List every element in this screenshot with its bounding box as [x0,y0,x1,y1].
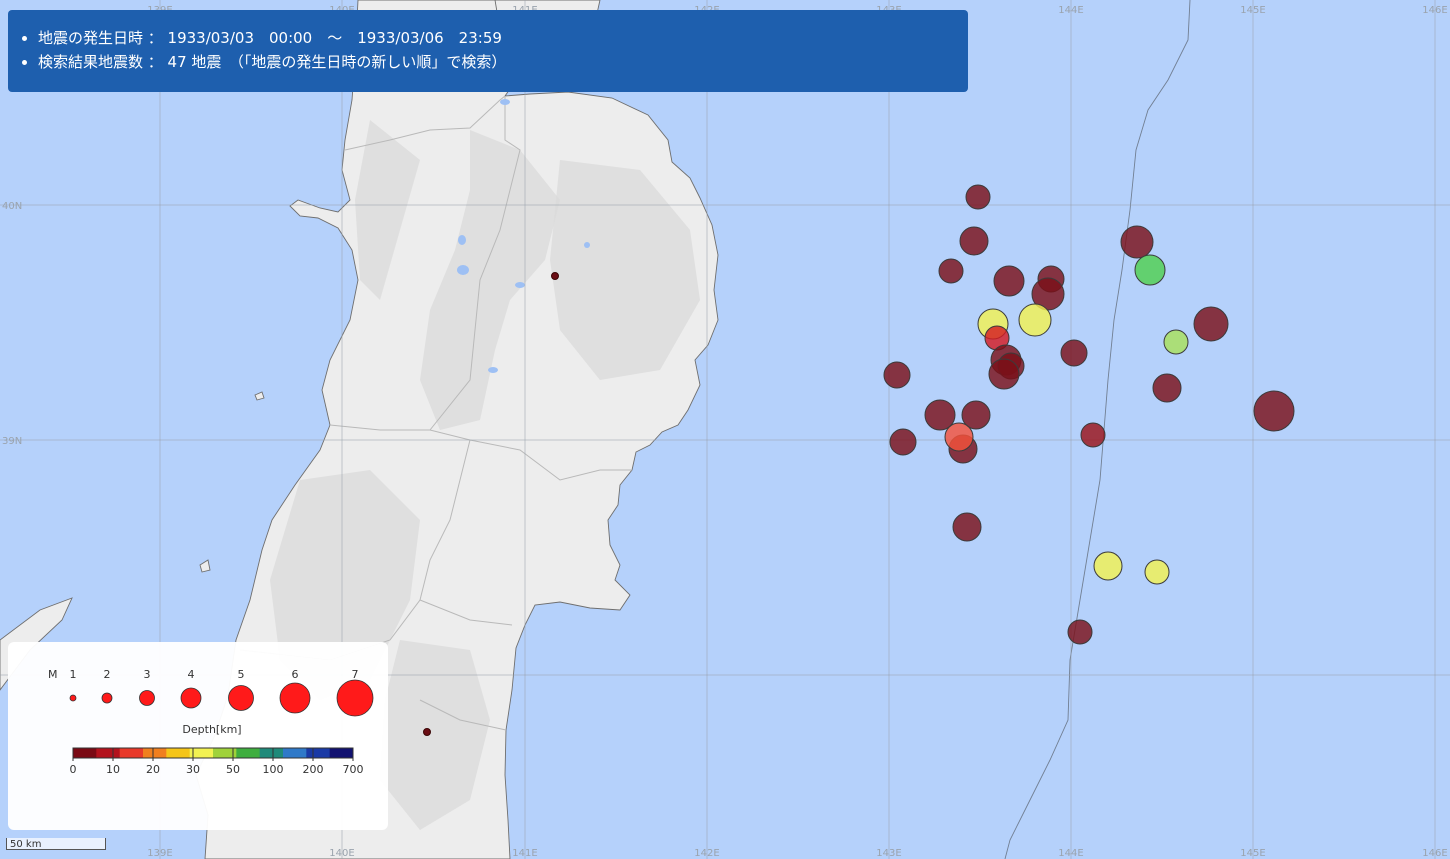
lon-label-top: 144E [1058,5,1083,16]
depth-tick-label: 10 [106,763,120,776]
epicenter[interactable] [952,512,982,542]
epicenter[interactable] [993,265,1025,297]
lat-label: 40N [2,201,22,212]
depth-tick-label: 200 [303,763,324,776]
epicenter[interactable] [944,422,974,452]
magnitude-label: 3 [144,668,151,681]
epicenter-land-north[interactable] [551,272,559,280]
lon-label-bottom: 141E [512,848,537,859]
depth-color-segment [259,748,284,758]
search-info-panel: 地震の発生日時 ： 1933/03/03 00:00 ～ 1933/03/06 … [8,10,968,92]
lon-label-top: 145E [1240,5,1265,16]
epicenter[interactable] [1152,373,1182,403]
magnitude-label: 6 [292,668,299,681]
epicenter[interactable] [959,226,989,256]
magnitude-symbol [228,685,254,711]
depth-color-segment [329,748,354,758]
magnitude-symbol [180,687,202,709]
legend-graphic: M 1 2 3 4 5 6 7 Depth[km] 0 10 20 30 50 100 200 700 [48,668,374,776]
magnitude-symbol [139,690,155,706]
scale-bar-label: 50 km [10,839,42,850]
depth-tick-label: 0 [70,763,77,776]
lat-label: 39N [2,436,22,447]
depth-color-segment [306,748,331,758]
depth-tick-label: 100 [263,763,284,776]
epicenter[interactable] [1080,422,1106,448]
depth-tick-label: 30 [186,763,200,776]
epicenter[interactable] [1253,390,1295,432]
magnitude-symbol [101,692,113,704]
lon-label-bottom: 144E [1058,848,1083,859]
epicenter[interactable] [1060,339,1088,367]
depth-color-segment [96,748,121,758]
depth-color-segment [143,748,167,758]
depth-tick-label: 50 [226,763,240,776]
lon-label-bottom: 143E [876,848,901,859]
info-list: 地震の発生日時 ： 1933/03/03 00:00 ～ 1933/03/06 … [8,10,968,74]
lon-label-bottom: 142E [694,848,719,859]
epicenter[interactable] [1163,329,1189,355]
magnitude-labels: 1 2 3 4 5 6 7 [70,668,359,681]
date-range-text: 地震の発生日時 ： 1933/03/03 00:00 ～ 1933/03/06 … [38,26,968,50]
lon-label-bottom: 139E [147,848,172,859]
magnitude-label: 2 [104,668,111,681]
depth-color-segment [283,748,307,758]
magnitude-label: 4 [188,668,195,681]
scale-bar: 50 km [6,838,106,852]
epicenter[interactable] [1093,551,1123,581]
epicenter[interactable] [938,258,964,284]
depth-color-segment [236,748,261,758]
magnitude-label: 7 [352,668,359,681]
depth-color-segment [119,748,144,758]
depth-tick-label: 700 [343,763,364,776]
depth-color-segment [73,748,97,758]
epicenter[interactable] [1120,225,1154,259]
epicenter-land-south[interactable] [423,728,431,736]
magnitude-symbol [279,682,311,714]
epicenter[interactable] [1018,303,1052,337]
magnitude-symbol [336,679,374,717]
lon-label-bottom: 145E [1240,848,1265,859]
magnitude-symbols [69,679,374,717]
epicenter[interactable] [1144,559,1170,585]
epicenter[interactable] [965,184,991,210]
epicenter[interactable] [1067,619,1093,645]
magnitude-symbol [69,694,77,702]
depth-title: Depth[km] [182,723,241,736]
magnitude-label: 1 [70,668,77,681]
depth-color-segment [166,748,191,758]
magnitude-title: M [48,668,58,681]
depth-tick-label: 20 [146,763,160,776]
lon-label-bottom: 140E [329,848,354,859]
epicenter[interactable] [889,428,917,456]
epicenter[interactable] [883,361,911,389]
depth-color-bar [72,747,354,759]
legend-panel: M 1 2 3 4 5 6 7 Depth[km] 0 10 20 30 50 100 200 700 [8,642,388,830]
epicenter[interactable] [1193,306,1229,342]
lon-label-bottom: 146E [1422,848,1447,859]
epicenter[interactable] [1134,254,1166,286]
epicenter[interactable] [988,358,1020,390]
result-count-text: 検索結果地震数 ： 47 地震 （「地震の発生日時の新しい順」で検索） [38,50,968,74]
magnitude-label: 5 [238,668,245,681]
lon-label-top: 146E [1422,5,1447,16]
